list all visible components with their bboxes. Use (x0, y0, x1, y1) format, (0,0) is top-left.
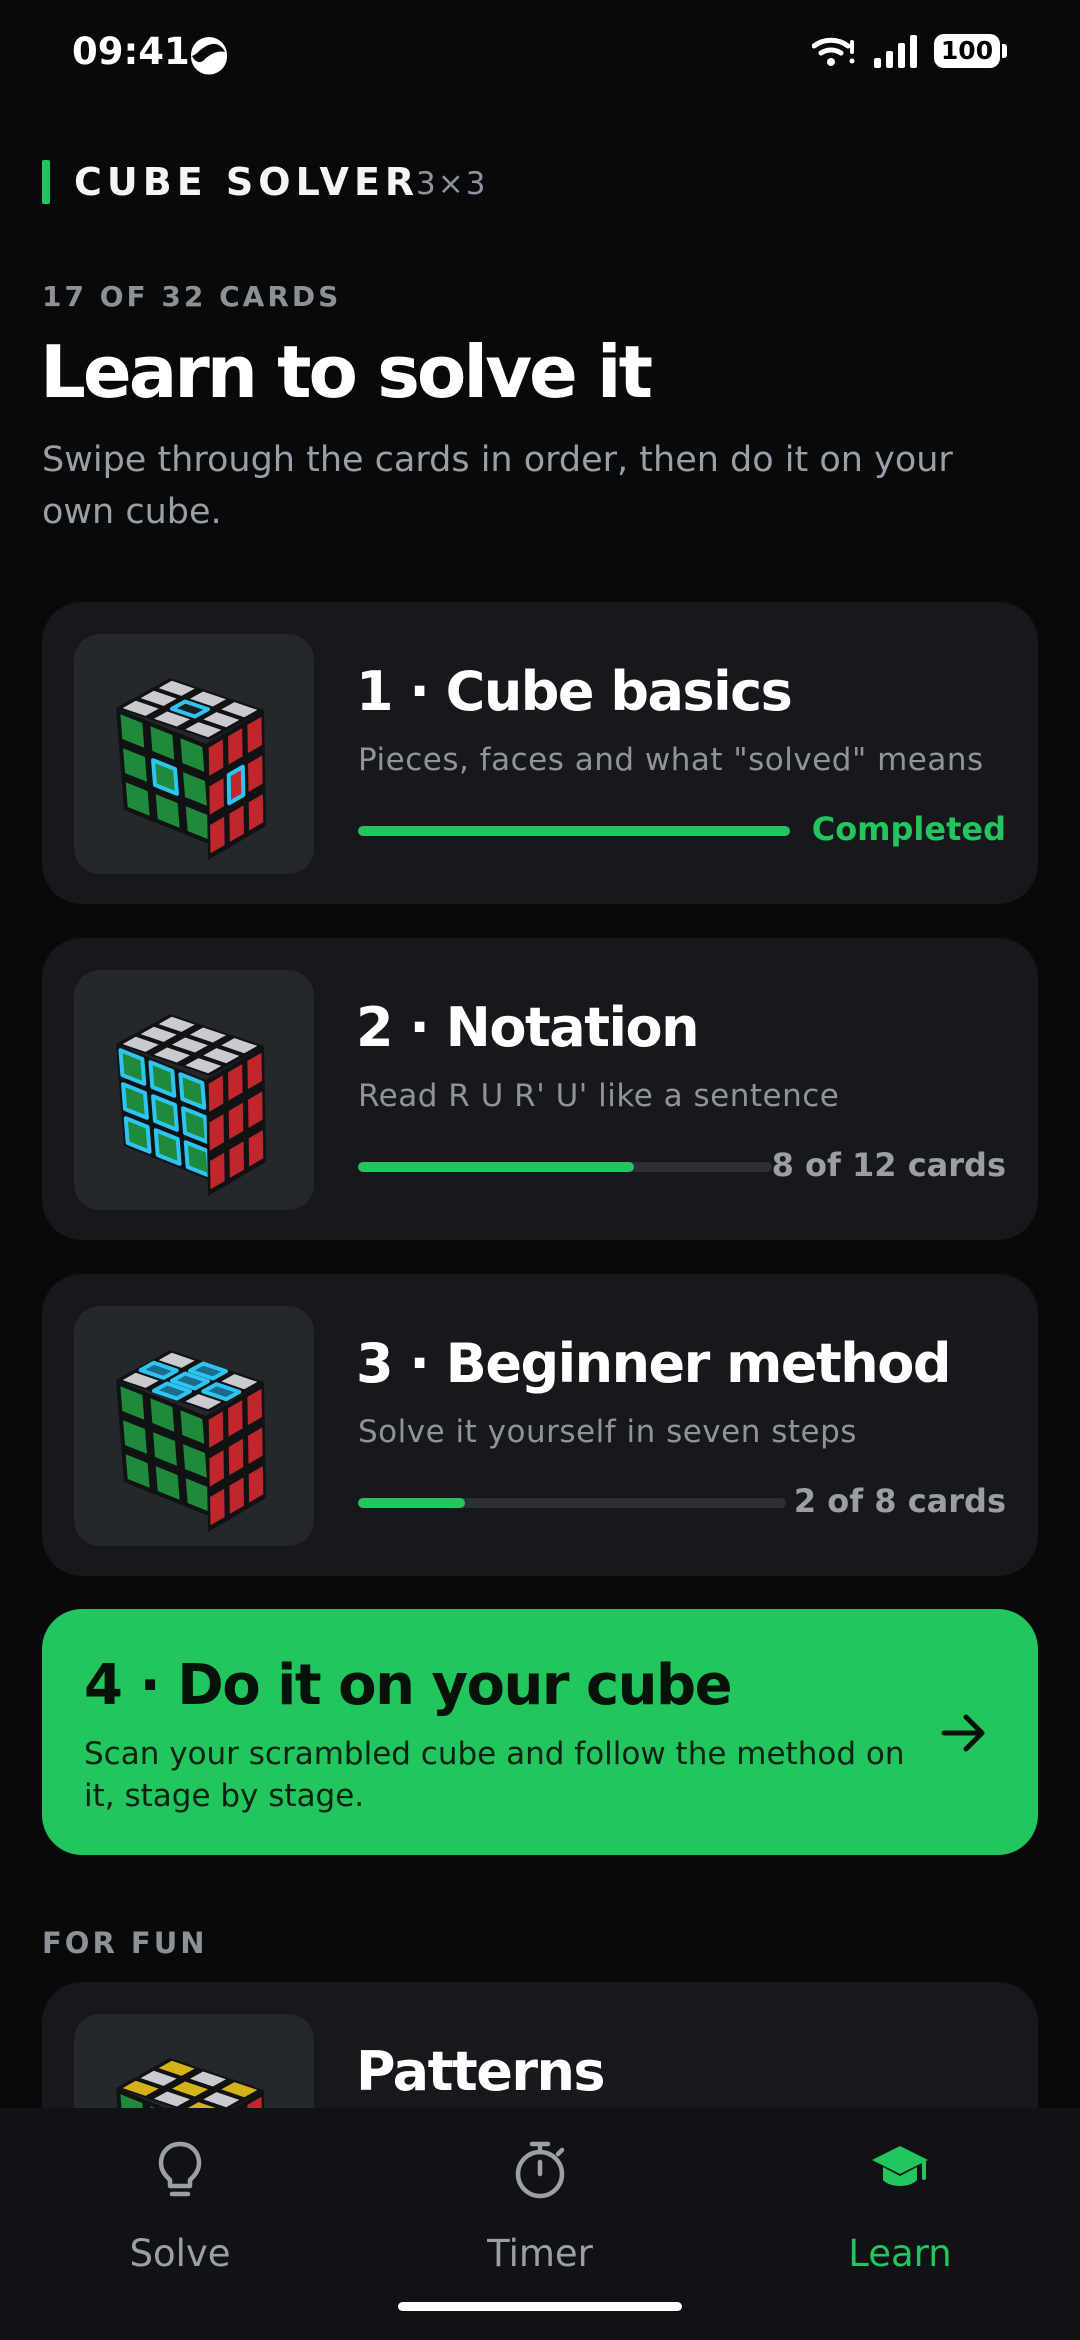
battery-tip (1002, 44, 1007, 58)
lesson-thumbnail (74, 634, 314, 874)
cta-title: 4 · Do it on your cube (84, 1653, 733, 1718)
lesson-card-notation[interactable]: 2 · Notation Read R U R' U' like a sente… (42, 938, 1038, 1240)
card-counter: 17 OF 32 CARDS (42, 280, 342, 313)
lesson-progress-fill (358, 1162, 635, 1172)
lesson-status: Completed (811, 810, 1006, 848)
patterns-card[interactable]: Patterns (42, 1982, 1038, 2108)
lesson-title: 3 · Beginner method (356, 1332, 951, 1395)
arrow-right-icon[interactable] (938, 1707, 990, 1759)
app-name: CUBE SOLVER (74, 160, 420, 204)
accent-bar (42, 160, 50, 204)
status-time: 09:41 (72, 30, 190, 73)
cube-size-label: 3×3 (416, 166, 488, 202)
lightbulb-icon (158, 2141, 202, 2197)
patterns-title: Patterns (356, 2040, 606, 2103)
lesson-title: 2 · Notation (356, 996, 700, 1059)
battery-indicator: 100 (934, 34, 1000, 68)
lesson-progress-bar (358, 1498, 786, 1508)
lesson-thumbnail (74, 970, 314, 1210)
cellular-signal-icon (874, 35, 917, 68)
page-subtitle: Swipe through the cards in order, then d… (42, 440, 953, 532)
lesson-description: Solve it yourself in seven steps (358, 1414, 857, 1450)
cube-highlight-top-cross-icon (116, 1350, 266, 1532)
wifi-icon (812, 37, 855, 66)
tab-label: Solve (129, 2232, 231, 2275)
page-title: Learn to solve it (40, 330, 653, 414)
tab-learn[interactable]: Learn (720, 2108, 1080, 2340)
lesson-card-cube-basics[interactable]: 1 · Cube basics Pieces, faces and what "… (42, 602, 1038, 904)
cta-description: Scan your scrambled cube and follow the … (84, 1736, 905, 1814)
tab-label: Timer (487, 2232, 593, 2275)
lesson-status: 2 of 8 cards (793, 1482, 1006, 1520)
lesson-title: 1 · Cube basics (356, 660, 793, 723)
status-bar: 09:41 100 (0, 0, 1080, 108)
focus-mode-icon (191, 37, 228, 75)
lesson-card-beginner-method[interactable]: 3 · Beginner method Solve it yourself in… (42, 1274, 1038, 1576)
lesson-progress-bar (358, 1162, 772, 1172)
cube-highlight-centers-icon (116, 678, 266, 860)
lesson-status: 8 of 12 cards (771, 1146, 1006, 1184)
tab-solve[interactable]: Solve (0, 2108, 360, 2340)
cube-right-sticker (226, 764, 246, 806)
section-label-for-fun: FOR FUN (42, 1926, 208, 1960)
do-it-on-your-cube-card[interactable]: 4 · Do it on your cube Scan your scrambl… (42, 1609, 1038, 1855)
lesson-description: Read R U R' U' like a sentence (358, 1078, 840, 1114)
lesson-thumbnail (74, 1306, 314, 1546)
lesson-progress-bar (358, 826, 790, 836)
for-fun-section: Patterns (0, 1980, 1080, 2108)
lesson-progress-fill (358, 1498, 465, 1508)
tab-label: Learn (848, 2232, 952, 2275)
cube-highlight-front-face-icon (116, 1014, 266, 1196)
cube-pattern-icon (116, 2058, 265, 2108)
home-indicator (398, 2302, 682, 2311)
lesson-description: Pieces, faces and what "solved" means (358, 742, 984, 778)
stopwatch-icon (515, 2141, 565, 2199)
patterns-thumbnail (74, 2014, 314, 2108)
lesson-progress-fill (358, 826, 790, 836)
graduation-cap-icon (872, 2146, 928, 2186)
